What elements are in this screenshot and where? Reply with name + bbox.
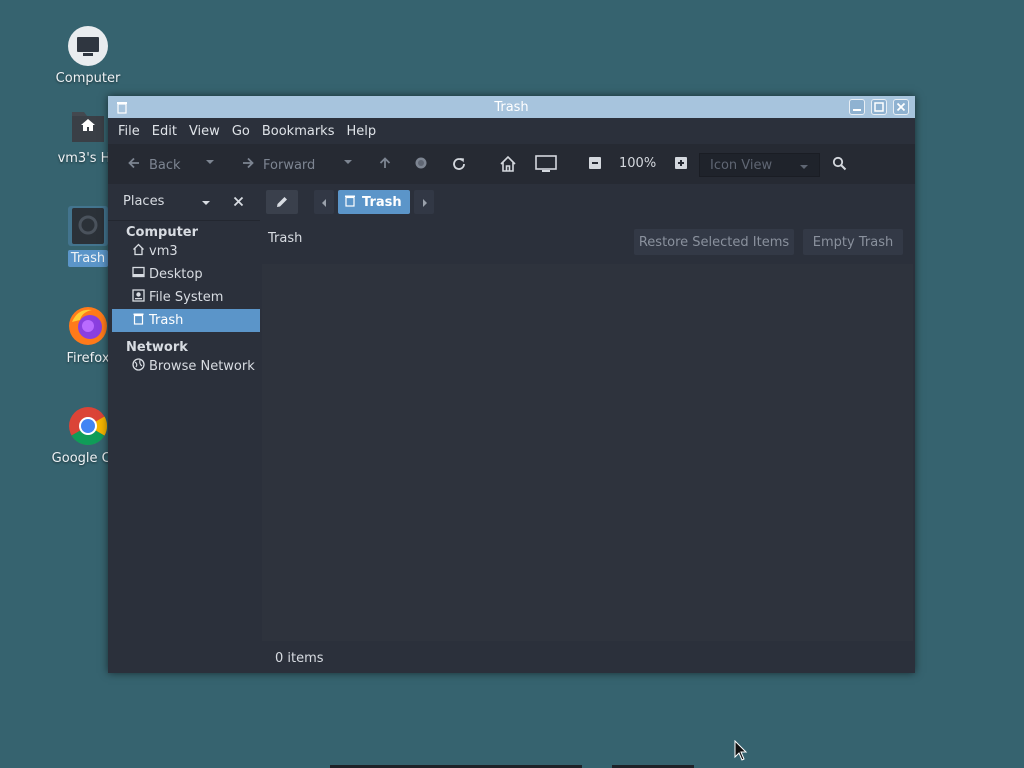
menu-edit[interactable]: Edit [146, 124, 183, 139]
view-mode-label: Icon View [710, 158, 773, 173]
zoom-in-icon [674, 156, 688, 174]
up-button[interactable] [378, 156, 392, 174]
search-icon [832, 156, 847, 175]
arrow-right-icon [241, 156, 255, 174]
menu-bookmarks[interactable]: Bookmarks [256, 124, 341, 139]
stop-icon [414, 156, 428, 174]
file-list-area[interactable] [262, 264, 913, 641]
sidebar-places-label: Places [123, 194, 165, 209]
menu-file[interactable]: File [112, 124, 146, 139]
forward-button[interactable]: Forward [241, 156, 315, 174]
title-bar[interactable]: Trash [108, 96, 915, 118]
view-mode-select[interactable]: Icon View [699, 153, 820, 177]
stop-button[interactable] [414, 156, 428, 174]
chevron-right-icon [421, 197, 429, 212]
drive-icon [132, 289, 145, 306]
reload-button[interactable] [451, 156, 467, 176]
search-button[interactable] [832, 156, 847, 175]
zoom-in-button[interactable] [674, 156, 688, 174]
sidebar-item-label: Trash [149, 313, 184, 328]
menu-go[interactable]: Go [226, 124, 256, 139]
path-scroll-left-button[interactable] [314, 190, 334, 214]
menu-help[interactable]: Help [340, 124, 382, 139]
chrome-icon [68, 406, 108, 446]
close-sidebar-icon[interactable] [233, 196, 244, 211]
forward-label: Forward [263, 157, 316, 173]
breadcrumb-trash[interactable]: Trash [338, 190, 410, 214]
maximize-button[interactable] [871, 99, 887, 115]
computer-button[interactable] [534, 154, 558, 178]
zoom-out-button[interactable] [588, 156, 602, 174]
window-title: Trash [494, 100, 529, 115]
empty-trash-button[interactable]: Empty Trash [803, 229, 903, 255]
chevron-left-icon [320, 197, 328, 212]
zoom-level: 100% [619, 156, 657, 171]
minimize-button[interactable] [849, 99, 865, 115]
info-bar-title: Trash [268, 231, 303, 246]
desktop-icon-label: Trash [67, 250, 109, 267]
back-label: Back [149, 157, 181, 173]
desktop-icon-label: Computer [55, 71, 121, 86]
home-button[interactable] [498, 154, 518, 178]
trash-icon [68, 206, 108, 246]
trash-icon [344, 194, 356, 211]
path-bar: Trash [260, 184, 915, 220]
toolbar: Back Forward 100% Icon View [108, 144, 915, 185]
path-scroll-right-button[interactable] [414, 190, 434, 214]
file-manager-window: Trash File Edit View Go Bookmarks Help B… [108, 96, 915, 673]
breadcrumb-label: Trash [362, 194, 402, 210]
sidebar-item-label: File System [149, 290, 224, 305]
edit-location-button[interactable] [266, 190, 298, 214]
sidebar-item-desktop[interactable]: Desktop [112, 263, 260, 286]
desktop-icon-computer[interactable]: Computer [43, 26, 133, 87]
desktop-icon-label: Firefox [66, 351, 110, 366]
computer-icon [68, 26, 108, 66]
trash-info-bar: Trash Restore Selected Items Empty Trash [260, 220, 915, 262]
chevron-down-icon [205, 156, 215, 171]
menu-bar: File Edit View Go Bookmarks Help [108, 118, 915, 144]
chevron-down-icon[interactable] [201, 197, 211, 212]
sidebar: Places Computer vm3 Desktop File System … [108, 184, 260, 673]
zoom-out-icon [588, 156, 602, 174]
sidebar-item-browse-network[interactable]: Browse Network [112, 355, 260, 378]
arrow-up-icon [378, 156, 392, 174]
mouse-cursor [734, 739, 748, 765]
home-folder-icon [68, 106, 108, 146]
trash-icon [132, 312, 145, 329]
restore-selected-button[interactable]: Restore Selected Items [634, 229, 794, 255]
back-history-dropdown[interactable] [205, 156, 215, 171]
sidebar-item-label: Browse Network [149, 359, 255, 374]
forward-history-dropdown[interactable] [343, 156, 353, 171]
chevron-down-icon [799, 161, 809, 176]
back-button[interactable]: Back [127, 156, 181, 174]
arrow-left-icon [127, 156, 141, 174]
status-item-count: 0 items [275, 651, 324, 666]
menu-view[interactable]: View [183, 124, 226, 139]
desktop-icon [132, 266, 145, 283]
sidebar-header: Places [108, 184, 260, 221]
sidebar-item-home[interactable]: vm3 [112, 240, 260, 263]
monitor-icon [534, 154, 558, 178]
chevron-down-icon [343, 156, 353, 171]
network-icon [132, 358, 145, 375]
close-button[interactable] [893, 99, 909, 115]
firefox-icon [68, 306, 108, 346]
sidebar-category-computer: Computer [126, 225, 199, 240]
pencil-icon [275, 195, 289, 213]
sidebar-item-filesystem[interactable]: File System [112, 286, 260, 309]
home-icon [132, 243, 145, 260]
sidebar-item-trash[interactable]: Trash [112, 309, 260, 332]
sidebar-item-label: vm3 [149, 244, 178, 259]
reload-icon [451, 156, 467, 176]
sidebar-item-label: Desktop [149, 267, 203, 282]
main-pane: Trash Trash Restore Selected Items Empty… [260, 184, 915, 673]
sidebar-category-network: Network [126, 340, 188, 355]
status-bar: 0 items [260, 643, 915, 673]
home-icon [498, 154, 518, 178]
